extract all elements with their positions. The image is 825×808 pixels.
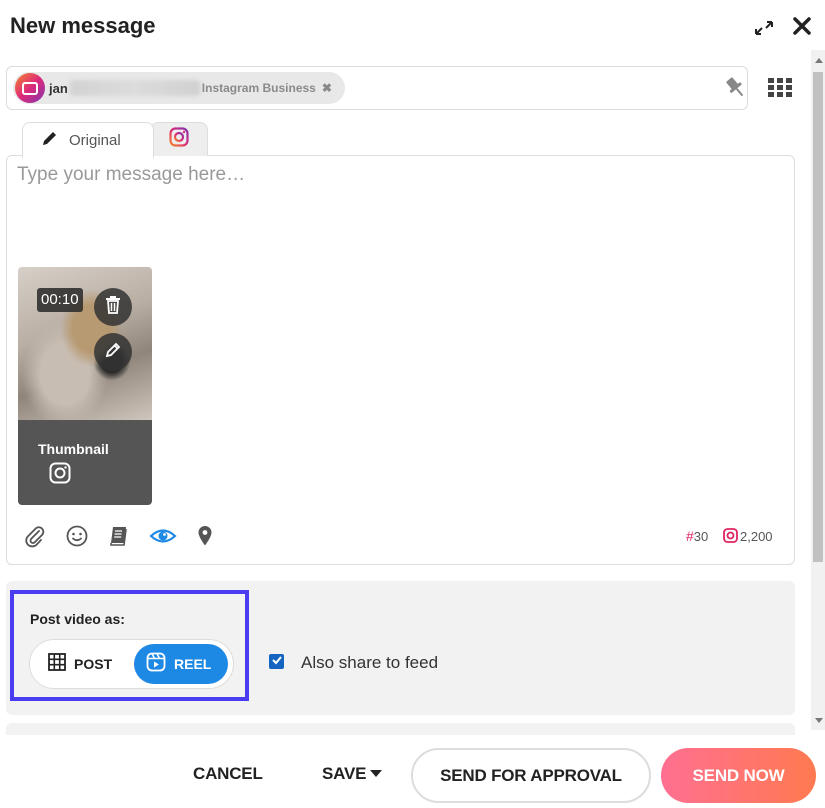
pencil-icon [104, 341, 122, 364]
scroll-up-arrow-icon[interactable] [815, 58, 823, 63]
preview-eye-icon[interactable] [149, 524, 177, 548]
send-now-button[interactable]: SEND NOW [661, 748, 816, 803]
emoji-icon[interactable] [65, 524, 89, 548]
message-composer: 00:10 Thumbnail [6, 155, 795, 565]
dialog-title: New message [10, 13, 156, 38]
close-icon[interactable] [790, 14, 814, 38]
trash-icon [104, 295, 122, 320]
message-input[interactable] [17, 164, 777, 254]
save-button[interactable]: SAVE [322, 764, 383, 784]
scroll-down-arrow-icon[interactable] [815, 718, 823, 723]
hashtag-icon: # [686, 528, 694, 544]
pencil-icon [41, 129, 59, 152]
next-options-panel [6, 723, 795, 735]
edit-media-button[interactable] [94, 333, 132, 371]
reel-option-button[interactable]: REEL [134, 644, 228, 684]
remove-recipient-icon[interactable]: ✖ [322, 81, 332, 95]
character-counter: 2,200 [723, 528, 773, 544]
hashtag-count: 30 [693, 529, 709, 544]
recipient-chip: jan Instagram Business ✖ [13, 72, 345, 104]
character-count: 2,200 [740, 528, 773, 544]
send-for-approval-button[interactable]: SEND FOR APPROVAL [411, 748, 651, 803]
caret-down-icon [370, 770, 383, 777]
share-to-feed-checkbox[interactable] [269, 654, 284, 669]
checkmark-icon [271, 653, 283, 671]
expand-icon[interactable] [752, 18, 776, 38]
instagram-business-avatar [15, 73, 45, 103]
video-duration: 00:10 [37, 288, 83, 312]
recipient-selector[interactable]: jan Instagram Business ✖ [6, 66, 748, 110]
cancel-button[interactable]: CANCEL [193, 764, 263, 784]
delete-media-button[interactable] [94, 288, 132, 326]
tab-original-label: Original [69, 132, 121, 149]
pin-icon[interactable] [721, 73, 751, 103]
share-to-feed-label: Also share to feed [301, 653, 439, 672]
reel-icon [146, 652, 166, 677]
save-label: SAVE [322, 764, 367, 783]
recipient-network: Instagram Business [201, 81, 316, 95]
apps-grid-icon[interactable] [766, 76, 794, 98]
video-attachment[interactable]: 00:10 Thumbnail [18, 267, 152, 505]
hashtag-counter: #30 [686, 528, 708, 544]
post-option-label: POST [74, 656, 113, 672]
instagram-icon [723, 528, 740, 544]
redacted-name [69, 80, 200, 96]
location-pin-icon[interactable] [193, 524, 217, 548]
instagram-icon [169, 127, 189, 152]
post-video-as-label: Post video as: [30, 611, 125, 627]
post-type-toggle: POST REEL [29, 639, 234, 689]
thumbnail-label: Thumbnail [38, 441, 109, 457]
post-option-button[interactable]: POST [48, 652, 112, 676]
reel-option-label: REEL [174, 656, 212, 672]
tab-original[interactable]: Original [22, 122, 154, 158]
instagram-icon [49, 462, 71, 489]
scrollbar-thumb[interactable] [813, 72, 823, 562]
library-icon[interactable] [107, 524, 131, 548]
recipient-name: jan [49, 80, 68, 96]
grid-icon [48, 652, 66, 676]
tab-instagram[interactable] [150, 122, 208, 156]
paperclip-icon[interactable] [23, 524, 47, 548]
